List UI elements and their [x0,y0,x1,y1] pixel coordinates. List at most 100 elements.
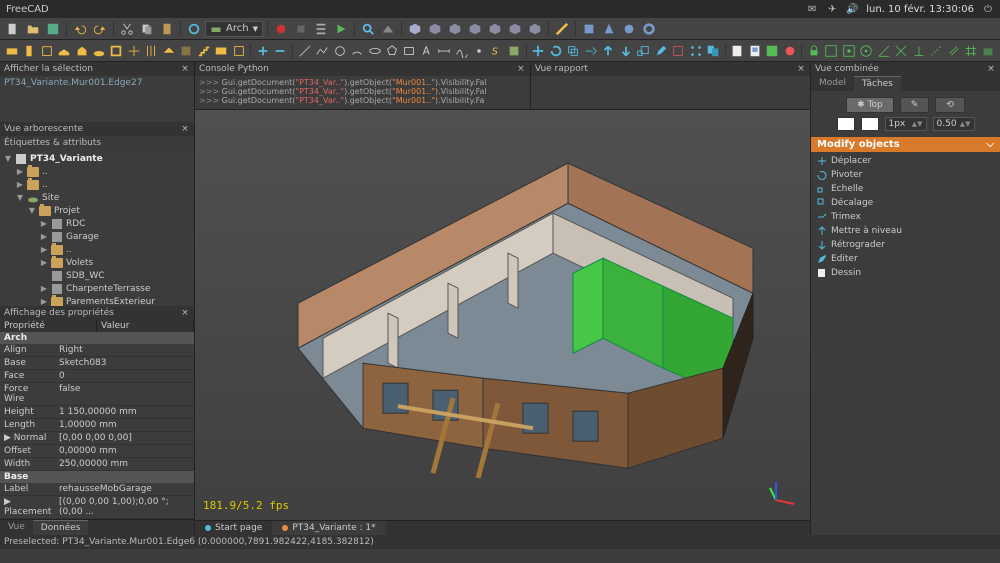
tree-row[interactable]: ▶.. [0,165,194,178]
scale-spinner[interactable]: 0.50▲▼ [933,117,975,131]
arch-site-icon[interactable] [91,42,106,60]
arch-roof-icon[interactable] [161,42,176,60]
op-trimex[interactable]: Trimex [811,210,1000,224]
draft-ellipse-icon[interactable] [367,42,382,60]
arch-add-icon[interactable] [255,42,270,60]
rotate-icon[interactable] [548,42,563,60]
arch-wall-icon[interactable] [4,42,19,60]
array-icon[interactable] [688,42,703,60]
snap-ext-icon[interactable] [928,42,943,60]
macro-list-icon[interactable] [312,20,330,38]
op-rotate[interactable]: Pivoter [811,168,1000,182]
open-file-icon[interactable] [24,20,42,38]
paste-icon[interactable] [158,20,176,38]
measure-icon[interactable] [553,20,571,38]
modify-objects-header[interactable]: Modify objects ⌵ [811,137,1000,152]
volume-icon[interactable]: 🔊 [846,3,858,15]
tab-start-page[interactable]: Start page [195,521,272,535]
clone-icon[interactable] [705,42,720,60]
trimex-icon[interactable] [583,42,598,60]
arch-panel-icon[interactable] [213,42,228,60]
draft-text-icon[interactable]: A [419,42,434,60]
scale-icon[interactable] [635,42,650,60]
macro-record-icon[interactable] [272,20,290,38]
close-icon[interactable]: × [180,124,190,134]
part-sphere-icon[interactable] [620,20,638,38]
prop-row[interactable]: BaseSketch083 [0,357,194,370]
snap-center-icon[interactable] [859,42,874,60]
report-view[interactable] [531,76,810,109]
close-icon[interactable]: × [986,64,996,74]
wp-mode-button[interactable]: ⟲ [935,97,965,113]
cut-icon[interactable] [118,20,136,38]
part-torus-icon[interactable] [640,20,658,38]
tree-row[interactable]: ▶RDC [0,217,194,230]
line-color-swatch[interactable] [861,117,879,131]
new-file-icon[interactable] [4,20,22,38]
tree-row[interactable]: SDB_WC [0,269,194,282]
draft-line-icon[interactable] [297,42,312,60]
tree-row[interactable]: ▶CharpenteTerrasse [0,282,194,295]
prop-row[interactable]: Face0 [0,370,194,383]
undo-icon[interactable] [71,20,89,38]
selection-item[interactable]: PT34_Variante.Mur001.Edge27 [0,76,194,90]
3d-viewport[interactable]: 181.9/5.2 fps [195,110,810,520]
op-drawing[interactable]: Dessin [811,266,1000,280]
arch-building-icon[interactable] [74,42,89,60]
linewidth-spinner[interactable]: 1px▲▼ [885,117,927,131]
prop-row[interactable]: Length1,00000 mm [0,419,194,432]
tree-row[interactable]: ▼Site [0,191,194,204]
arch-space-icon[interactable] [179,42,194,60]
prop-row[interactable]: Height1 150,00000 mm [0,406,194,419]
draft2sketch-icon[interactable] [670,42,685,60]
face-color-swatch[interactable] [837,117,855,131]
prop-row[interactable]: Width250,00000 mm [0,458,194,471]
snap-lock-icon[interactable] [806,42,821,60]
view-right-icon[interactable] [466,20,484,38]
op-upgrade[interactable]: Mettre à niveau [811,224,1000,238]
tab-view[interactable]: Vue [0,520,33,535]
3d-model[interactable] [223,138,783,478]
draft-arc-icon[interactable] [349,42,364,60]
model-tree[interactable]: ▼PT34_Variante ▶.. ▶.. ▼Site ▼Projet ▶RD… [0,150,194,306]
arch-window-icon[interactable] [109,42,124,60]
workbench-selector[interactable]: Arch ▼ [205,21,263,37]
snap-wp-icon[interactable] [981,42,996,60]
tab-document[interactable]: PT34_Variante : 1* [272,521,385,535]
draft-shapestring-icon[interactable]: S [489,42,504,60]
zoom-fit-icon[interactable] [359,20,377,38]
close-icon[interactable]: × [180,308,190,318]
refresh-icon[interactable] [185,20,203,38]
draft-rect-icon[interactable] [402,42,417,60]
view-iso-icon[interactable] [406,20,424,38]
power-icon[interactable]: ⏻ [982,3,994,15]
arch-axis-icon[interactable] [144,42,159,60]
downgrade-icon[interactable] [618,42,633,60]
tree-row[interactable]: ▼PT34_Variante [0,152,194,165]
arch-frame-icon[interactable] [231,42,246,60]
part-cone-icon[interactable] [600,20,618,38]
collapse-icon[interactable]: ⌵ [986,139,994,150]
draft-circle-icon[interactable] [332,42,347,60]
offset-icon[interactable] [566,42,581,60]
redo-icon[interactable] [91,20,109,38]
arch-remove-icon[interactable] [273,42,288,60]
wp-top-button[interactable]: ✱ Top [846,97,894,113]
snap-mid-icon[interactable] [841,42,856,60]
macro-play-icon[interactable] [332,20,350,38]
tab-tasks[interactable]: Tâches [854,76,901,91]
arch-stairs-icon[interactable] [196,42,211,60]
move-icon[interactable] [531,42,546,60]
snap-end-icon[interactable] [824,42,839,60]
prop-row[interactable]: AlignRight [0,344,194,357]
op-move[interactable]: Déplacer [811,154,1000,168]
utilities-icon[interactable] [782,42,797,60]
telegram-icon[interactable]: ✈ [826,3,838,15]
tree-row[interactable]: ▶.. [0,178,194,191]
view-bottom-icon[interactable] [506,20,524,38]
prop-row[interactable]: LabelrehausseMobGarage [0,483,194,496]
view-front-icon[interactable] [426,20,444,38]
snap-intersect-icon[interactable] [894,42,909,60]
tab-model[interactable]: Model [811,76,854,91]
snap-parallel-icon[interactable] [946,42,961,60]
